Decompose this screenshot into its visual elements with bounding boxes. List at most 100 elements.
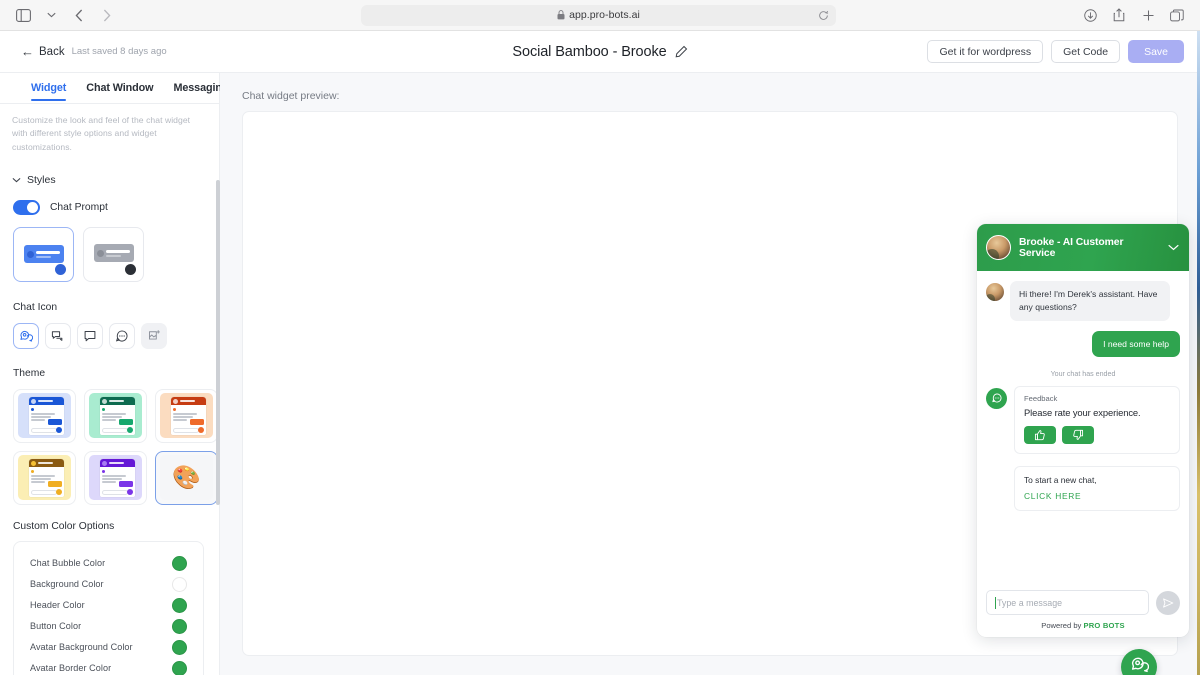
new-chat-card: To start a new chat, CLICK HERE xyxy=(1014,465,1180,511)
color-swatch-chat-bubble[interactable] xyxy=(172,555,187,571)
pencil-icon[interactable] xyxy=(675,45,688,58)
chat-widget-title: Brooke - AI Customer Service xyxy=(1019,236,1124,259)
downloads-icon[interactable] xyxy=(1077,4,1103,26)
prompt-line-2 xyxy=(105,255,121,258)
thumbs-up-icon[interactable] xyxy=(1024,425,1056,444)
new-tab-icon[interactable] xyxy=(1135,4,1161,26)
thumbs-down-icon[interactable] xyxy=(1062,425,1094,444)
theme-preview xyxy=(89,455,142,501)
get-it-for-wordpress-button[interactable]: Get it for wordpress xyxy=(927,40,1044,63)
prompt-line-1 xyxy=(35,250,60,254)
color-swatch-avatar-background[interactable] xyxy=(172,639,187,655)
color-swatch-header[interactable] xyxy=(172,597,187,613)
chat-widget-footer: Type a message Powered by PRO BOTS xyxy=(977,590,1189,637)
preview-label: Chat widget preview: xyxy=(242,90,340,102)
theme-yellow[interactable] xyxy=(13,450,76,505)
url-text: app.pro-bots.ai xyxy=(569,9,640,21)
color-label: Chat Bubble Color xyxy=(30,558,106,569)
browser-back-icon[interactable] xyxy=(66,4,92,26)
text-caret xyxy=(995,596,996,609)
chat-icon-label: Chat Icon xyxy=(13,301,58,313)
theme-preview xyxy=(89,393,142,439)
chevron-down-icon xyxy=(12,177,21,183)
address-bar[interactable]: app.pro-bots.ai xyxy=(361,4,836,26)
styles-section-header[interactable]: Styles xyxy=(11,174,206,186)
message-input-row: Type a message xyxy=(986,590,1180,615)
tab-widget[interactable]: Widget xyxy=(31,82,67,101)
prompt-preview-bubble xyxy=(93,244,134,263)
click-here-link[interactable]: CLICK HERE xyxy=(1024,491,1170,501)
incoming-message-row: Hi there! I'm Derek's assistant. Have an… xyxy=(986,281,1180,321)
browser-forward-icon[interactable] xyxy=(94,4,120,26)
double-bubble-icon[interactable] xyxy=(45,322,71,349)
theme-options: 🎨 xyxy=(11,388,218,505)
custom-colors-label: Custom Color Options xyxy=(13,520,115,532)
feedback-label: Feedback xyxy=(1024,393,1058,403)
save-button[interactable]: Save xyxy=(1128,40,1184,63)
browser-nav-group xyxy=(0,4,120,26)
prompt-preview-fab xyxy=(125,263,136,275)
back-button[interactable]: ← Back xyxy=(21,45,65,58)
theme-purple[interactable] xyxy=(84,450,147,505)
send-icon[interactable] xyxy=(1156,590,1180,615)
tab-overview-icon[interactable] xyxy=(1164,4,1190,26)
prompt-avatar-dot xyxy=(96,249,104,257)
back-label: Back xyxy=(39,45,65,58)
prompt-style-outline-bubble[interactable] xyxy=(83,226,144,282)
avatar xyxy=(986,283,1004,301)
message-input[interactable]: Type a message xyxy=(986,590,1149,615)
chevron-down-icon[interactable] xyxy=(38,4,64,26)
theme-preview: 🎨 xyxy=(160,455,213,501)
preview-pane: Chat widget preview: Brooke - AI Custome… xyxy=(220,73,1200,675)
prompt-preview-fab xyxy=(55,263,66,275)
share-icon[interactable] xyxy=(1106,4,1132,26)
get-code-button[interactable]: Get Code xyxy=(1051,40,1121,63)
feedback-buttons xyxy=(1024,425,1170,444)
chat-prompt-label: Chat Prompt xyxy=(50,201,108,213)
page-title: Social Bamboo - Brooke xyxy=(512,43,667,60)
chat-headset-icon[interactable] xyxy=(13,322,39,349)
theme-custom-palette[interactable]: 🎨 xyxy=(155,450,218,505)
browser-toolbar: app.pro-bots.ai xyxy=(0,0,1200,31)
tab-chat-window[interactable]: Chat Window xyxy=(86,82,153,101)
prompt-preview-bubble xyxy=(23,245,64,264)
color-row: Button Color xyxy=(30,616,187,637)
theme-green[interactable] xyxy=(84,388,147,443)
chevron-down-icon[interactable] xyxy=(1168,244,1179,251)
avatar xyxy=(986,235,1011,260)
square-bubble-icon[interactable] xyxy=(77,322,103,349)
back-arrow-icon: ← xyxy=(21,44,34,59)
chat-prompt-toggle-row: Chat Prompt xyxy=(11,199,206,215)
powered-by: Powered by PRO BOTS xyxy=(986,621,1180,630)
theme-preview xyxy=(18,455,71,501)
palette-icon: 🎨 xyxy=(172,464,201,491)
outgoing-message-row: I need some help xyxy=(986,330,1180,357)
reload-icon[interactable] xyxy=(818,10,829,21)
color-swatch-button[interactable] xyxy=(172,618,187,634)
chat-launcher-button[interactable] xyxy=(1121,649,1157,675)
theme-orange[interactable] xyxy=(155,388,218,443)
theme-blue[interactable] xyxy=(13,388,76,443)
chat-prompt-toggle[interactable] xyxy=(13,199,40,215)
prompt-avatar-dot xyxy=(26,250,34,258)
theme-label: Theme xyxy=(13,367,46,379)
color-swatch-avatar-border[interactable] xyxy=(172,660,187,675)
new-chat-line: To start a new chat, xyxy=(1024,474,1097,485)
feedback-question: Please rate your experience. xyxy=(1024,406,1141,418)
toggle-knob xyxy=(26,201,39,214)
color-row: Chat Bubble Color xyxy=(30,553,187,574)
color-swatch-background[interactable] xyxy=(172,576,187,592)
chat-widget: Brooke - AI Customer Service Hi there! I… xyxy=(977,224,1189,637)
header-actions: Get it for wordpress Get Code Save xyxy=(927,40,1200,63)
powered-by-brand: PRO BOTS xyxy=(1083,621,1125,630)
color-row: Background Color xyxy=(30,574,187,595)
dots-bubble-icon[interactable] xyxy=(109,322,135,349)
outgoing-message-bubble: I need some help xyxy=(1092,330,1180,357)
color-label: Avatar Background Color xyxy=(30,642,133,653)
upload-image-icon[interactable] xyxy=(141,322,167,349)
prompt-line-2 xyxy=(35,256,51,259)
prompt-style-filled-bubble[interactable] xyxy=(13,226,74,282)
chat-ended-notice: Your chat has ended xyxy=(1050,369,1116,378)
sidebar-toggle-icon[interactable] xyxy=(10,4,36,26)
sidebar-description: Customize the look and feel of the chat … xyxy=(12,115,191,152)
